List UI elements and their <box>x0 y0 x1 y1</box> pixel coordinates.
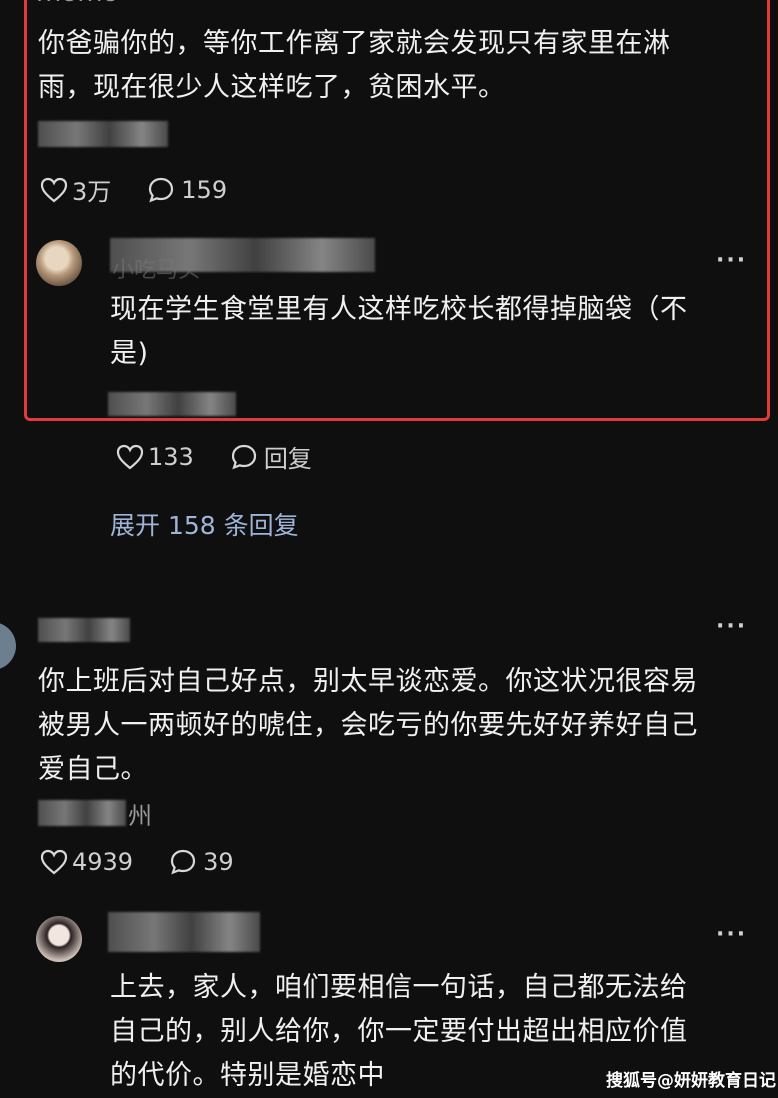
more-icon[interactable]: ··· <box>716 248 747 273</box>
comment-text-line: 你爸骗你的，等你工作离了家就会发现只有家里在淋 <box>38 28 671 59</box>
like-button[interactable]: 4939 <box>40 848 133 876</box>
avatar[interactable] <box>36 240 82 286</box>
reply-text: 现在学生食堂里有人这样吃校长都得掉脑袋（不 是) <box>110 288 688 376</box>
blurred-username <box>108 912 260 952</box>
more-icon[interactable]: ··· <box>716 922 747 947</box>
reply-count: 39 <box>203 848 234 876</box>
comment-bubble-icon <box>231 444 256 469</box>
reply-text-line: 的代价。特别是婚恋中 <box>110 1060 385 1091</box>
reply-text-line: 是) <box>110 338 149 369</box>
comment-bubble-icon <box>149 177 174 202</box>
reply-count: 159 <box>181 175 228 204</box>
avatar[interactable] <box>0 622 16 670</box>
blurred-meta <box>38 800 126 826</box>
like-count: 3万 <box>72 178 112 206</box>
comment-actions: 4939 39 <box>40 848 234 876</box>
reply-username: 小吃马头 <box>112 258 201 283</box>
comment-text-line: 你上班后对自己好点，别太早谈恋爱。你这状况很容易 <box>38 666 698 697</box>
comment-bubble-icon <box>170 849 196 875</box>
reply-button[interactable]: 159 <box>147 176 227 204</box>
reply-text-line: 自己的，别人给你，你一定要付出超出相应价值 <box>110 1016 688 1047</box>
heart-icon <box>116 444 144 469</box>
heart-icon <box>40 849 68 875</box>
comment-text: 你上班后对自己好点，别太早谈恋爱。你这状况很容易 被男人一两顿好的唬住，会吃亏的… <box>38 660 698 792</box>
reply-actions: 133 回复 <box>116 439 312 474</box>
comment-actions: 3万 159 <box>40 172 227 207</box>
like-button[interactable]: 3万 <box>40 172 111 207</box>
blurred-meta <box>38 121 168 147</box>
comment-text: 你爸骗你的，等你工作离了家就会发现只有家里在淋 雨，现在很少人这样吃了，贫困水平… <box>38 22 671 110</box>
avatar[interactable] <box>36 916 82 962</box>
comment-location: 州 <box>128 802 152 830</box>
reply-text: 上去，家人，咱们要相信一句话，自己都无法给 自己的，别人给你，你一定要付出超出相… <box>110 966 688 1098</box>
comment-text-line: 雨，现在很少人这样吃了，贫困水平。 <box>38 72 506 103</box>
like-count: 133 <box>148 442 194 471</box>
comment-text-line: 被男人一两顿好的唬住，会吃亏的你要先好好养好自己 <box>38 710 698 741</box>
heart-icon <box>40 177 68 202</box>
comment-text-line: 爱自己。 <box>38 754 148 785</box>
like-count: 4939 <box>72 848 134 876</box>
reply-text-line: 上去，家人，咱们要相信一句话，自己都无法给 <box>110 972 688 1003</box>
blurred-username <box>38 618 130 642</box>
expand-replies-link[interactable]: 展开 158 条回复 <box>110 506 299 542</box>
like-button[interactable]: 133 <box>116 443 194 471</box>
reply-label: 回复 <box>263 445 312 473</box>
reply-button[interactable]: 39 <box>169 848 234 876</box>
watermark: 搜狐号@妍妍教育日记 <box>606 1071 776 1091</box>
reply-text-line: 现在学生食堂里有人这样吃校长都得掉脑袋（不 <box>110 294 688 325</box>
blurred-meta <box>108 392 236 416</box>
reply-button[interactable]: 回复 <box>230 439 312 474</box>
more-icon[interactable]: ··· <box>716 614 747 639</box>
